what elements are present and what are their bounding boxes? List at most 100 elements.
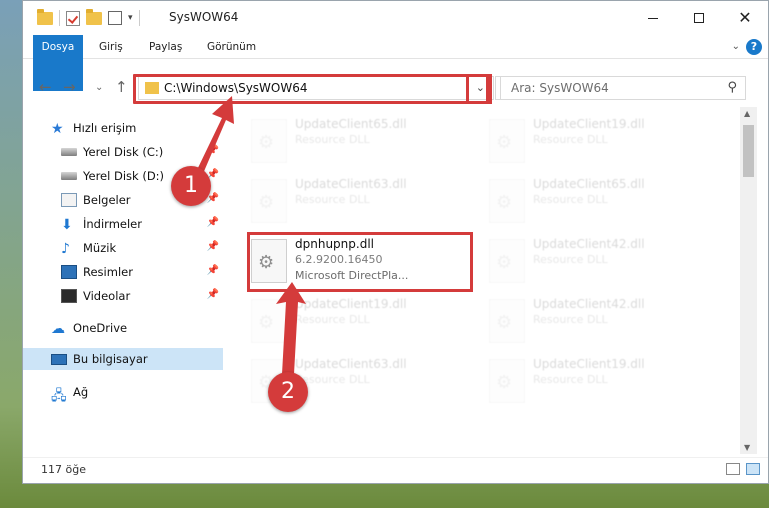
pictures-icon bbox=[61, 265, 77, 279]
scroll-down-icon[interactable]: ▼ bbox=[744, 443, 750, 452]
search-placeholder: Ara: SysWOW64 bbox=[511, 81, 609, 95]
navigation-pane: ★ Hızlı erişim Yerel Disk (C:) 📌 Yerel D… bbox=[23, 109, 223, 454]
network-icon: 🖧 bbox=[51, 388, 67, 404]
pin-icon[interactable]: 📌 bbox=[207, 217, 219, 228]
cloud-icon: ☁ bbox=[51, 321, 65, 337]
tab-home[interactable]: Giriş bbox=[89, 35, 133, 59]
step-2-badge: 2 bbox=[268, 372, 308, 412]
help-icon[interactable]: ? bbox=[746, 39, 762, 55]
download-icon: ⬇ bbox=[61, 217, 73, 233]
status-bar: 117 öğe bbox=[23, 457, 768, 481]
view-options-icon[interactable] bbox=[108, 11, 122, 25]
ribbon-tabs: Dosya Giriş Paylaş Görünüm ⌄ ? bbox=[23, 35, 768, 91]
sidebar-item-network[interactable]: 🖧 Ağ bbox=[23, 381, 223, 404]
file-name: UpdateClient63.dll bbox=[295, 357, 407, 371]
disk-icon bbox=[61, 148, 77, 156]
sidebar-item-quick-access[interactable]: ★ Hızlı erişim bbox=[23, 117, 223, 139]
pin-icon[interactable]: 📌 bbox=[207, 145, 219, 156]
file-name: UpdateClient19.dll bbox=[533, 117, 645, 131]
file-name: UpdateClient19.dll bbox=[295, 297, 407, 311]
new-folder-icon[interactable] bbox=[86, 8, 102, 25]
file-description: Resource DLL bbox=[533, 193, 608, 206]
tiles-view-icon[interactable] bbox=[746, 463, 760, 475]
sidebar-item-label: Yerel Disk (D:) bbox=[83, 169, 165, 183]
recent-locations-icon[interactable]: ⌄ bbox=[95, 82, 103, 93]
quick-access-toolbar: ▾ bbox=[37, 8, 140, 26]
dll-file-icon bbox=[251, 179, 287, 223]
close-button[interactable]: ✕ bbox=[722, 1, 768, 35]
sidebar-item-disk-c[interactable]: Yerel Disk (C:) 📌 bbox=[23, 141, 223, 163]
music-icon: ♪ bbox=[61, 241, 70, 257]
pin-icon[interactable]: 📌 bbox=[207, 289, 219, 300]
list-item[interactable]: UpdateClient63.dll Resource DLL bbox=[245, 173, 475, 229]
file-name: UpdateClient42.dll bbox=[533, 237, 645, 251]
scroll-up-icon[interactable]: ▲ bbox=[744, 109, 750, 118]
star-icon: ★ bbox=[51, 121, 64, 137]
file-description: Resource DLL bbox=[533, 253, 608, 266]
sidebar-item-label: OneDrive bbox=[73, 321, 128, 335]
sidebar-item-label: İndirmeler bbox=[83, 217, 142, 231]
tab-view[interactable]: Görünüm bbox=[197, 35, 266, 59]
chevron-down-icon[interactable]: ▾ bbox=[128, 13, 133, 23]
sidebar-item-label: Videolar bbox=[83, 289, 131, 303]
vertical-scrollbar[interactable]: ▲ ▼ bbox=[740, 107, 757, 454]
sidebar-item-videos[interactable]: Videolar 📌 bbox=[23, 285, 223, 307]
search-input[interactable]: Ara: SysWOW64 ⚲ bbox=[500, 76, 746, 100]
dll-file-icon bbox=[489, 179, 525, 223]
scrollbar-thumb[interactable] bbox=[743, 125, 754, 177]
dll-file-icon bbox=[489, 239, 525, 283]
forward-icon[interactable]: → bbox=[63, 78, 76, 96]
sidebar-item-label: Resimler bbox=[83, 265, 133, 279]
dll-file-icon bbox=[251, 119, 287, 163]
properties-check-icon[interactable] bbox=[66, 10, 80, 26]
sidebar-item-this-pc[interactable]: Bu bilgisayar bbox=[23, 348, 223, 370]
folder-icon bbox=[37, 8, 53, 25]
file-description: Resource DLL bbox=[295, 313, 370, 326]
sidebar-item-label: Bu bilgisayar bbox=[73, 352, 148, 366]
up-icon[interactable]: ↑ bbox=[115, 78, 128, 96]
documents-icon bbox=[61, 193, 77, 207]
separator bbox=[59, 10, 60, 26]
pin-icon[interactable]: 📌 bbox=[207, 241, 219, 252]
list-item[interactable]: UpdateClient42.dll Resource DLL bbox=[483, 233, 713, 289]
back-icon[interactable]: ← bbox=[39, 78, 52, 96]
list-item[interactable]: UpdateClient65.dll Resource DLL bbox=[245, 113, 475, 169]
title-bar: ▾ SysWOW64 ✕ bbox=[23, 1, 768, 35]
sidebar-item-music[interactable]: ♪ Müzik 📌 bbox=[23, 237, 223, 259]
sidebar-item-onedrive[interactable]: ☁ OneDrive bbox=[23, 317, 223, 339]
details-view-icon[interactable] bbox=[726, 463, 740, 475]
refresh-highlight-box bbox=[466, 74, 492, 104]
videos-icon bbox=[61, 289, 77, 303]
tab-share[interactable]: Paylaş bbox=[139, 35, 192, 59]
maximize-icon bbox=[694, 13, 704, 23]
list-item[interactable]: UpdateClient19.dll Resource DLL bbox=[483, 353, 713, 409]
list-item[interactable]: UpdateClient42.dll Resource DLL bbox=[483, 293, 713, 349]
pin-icon[interactable]: 📌 bbox=[207, 265, 219, 276]
file-name: UpdateClient65.dll bbox=[533, 177, 645, 191]
sidebar-item-downloads[interactable]: ⬇ İndirmeler 📌 bbox=[23, 213, 223, 235]
minimize-button[interactable] bbox=[630, 1, 676, 35]
close-icon: ✕ bbox=[738, 8, 752, 27]
item-count: 117 öğe bbox=[41, 463, 86, 476]
list-item[interactable]: UpdateClient19.dll Resource DLL bbox=[245, 293, 475, 349]
ribbon-expand-icon[interactable]: ⌄ bbox=[732, 41, 740, 52]
dll-file-icon bbox=[251, 299, 287, 343]
view-switcher bbox=[726, 463, 760, 475]
list-item[interactable]: UpdateClient19.dll Resource DLL bbox=[483, 113, 713, 169]
dll-file-icon bbox=[489, 119, 525, 163]
sidebar-item-label: Yerel Disk (C:) bbox=[83, 145, 164, 159]
file-name: UpdateClient42.dll bbox=[533, 297, 645, 311]
file-description: Resource DLL bbox=[533, 313, 608, 326]
file-description: Resource DLL bbox=[295, 133, 370, 146]
search-icon: ⚲ bbox=[727, 80, 737, 95]
dll-file-icon bbox=[489, 299, 525, 343]
list-item[interactable]: UpdateClient65.dll Resource DLL bbox=[483, 173, 713, 229]
step-1-badge: 1 bbox=[171, 166, 211, 206]
sidebar-item-pictures[interactable]: Resimler 📌 bbox=[23, 261, 223, 283]
sidebar-item-label: Hızlı erişim bbox=[73, 121, 137, 135]
address-highlight-box bbox=[133, 74, 489, 104]
maximize-button[interactable] bbox=[676, 1, 722, 35]
sidebar-item-label: Müzik bbox=[83, 241, 117, 255]
sidebar-item-label: Belgeler bbox=[83, 193, 131, 207]
dll-file-icon bbox=[489, 359, 525, 403]
